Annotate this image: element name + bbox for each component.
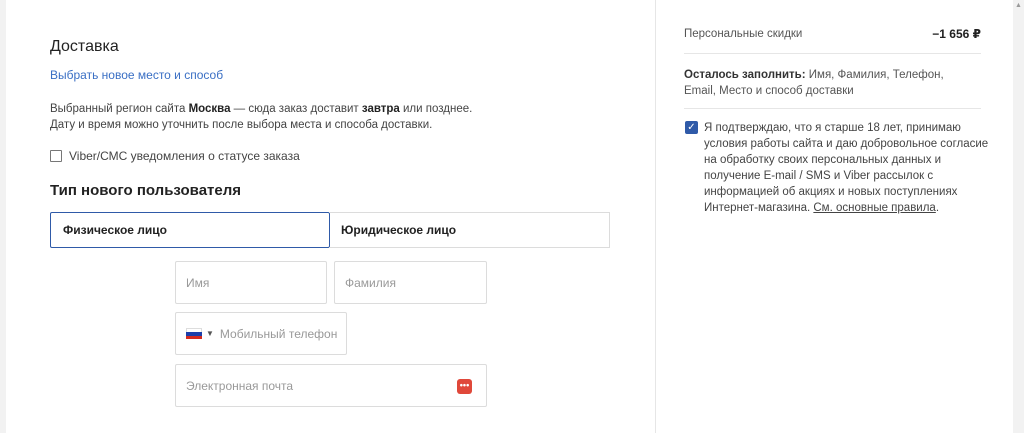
remaining-fields: Осталось заполнить: Имя, Фамилия, Телефо…	[684, 67, 974, 99]
tab-individual[interactable]: Физическое лицо	[50, 212, 330, 248]
page-edge-left	[0, 0, 6, 433]
email-field[interactable]: Электронная почта •••	[175, 364, 487, 407]
info-line2: Дату и время можно уточнить после выбора…	[50, 119, 433, 131]
consent-body: Я подтверждаю, что я старше 18 лет, прин…	[704, 122, 989, 214]
summary-divider-1	[684, 53, 981, 54]
first-name-placeholder: Имя	[186, 275, 210, 290]
info-prefix: Выбранный регион сайта	[50, 103, 189, 115]
viber-sms-checkbox[interactable]	[50, 150, 62, 162]
rules-link[interactable]: См. основные правила	[813, 202, 935, 214]
viber-sms-label: Viber/СМС уведомления о статусе заказа	[69, 149, 300, 163]
info-suffix: или позднее.	[399, 103, 473, 115]
discount-label: Персональные скидки	[684, 28, 803, 40]
phone-placeholder: Мобильный телефон	[219, 326, 338, 341]
remaining-label: Осталось заполнить:	[684, 69, 806, 81]
last-name-field[interactable]: Фамилия	[334, 261, 487, 304]
scrollbar-track[interactable]	[1013, 0, 1024, 433]
column-divider	[655, 0, 656, 433]
consent-end: .	[935, 202, 940, 214]
tab-legal-entity[interactable]: Юридическое лицо	[329, 212, 610, 248]
viber-sms-checkbox-row[interactable]: Viber/СМС уведомления о статусе заказа	[50, 149, 300, 163]
email-placeholder: Электронная почта	[186, 378, 294, 393]
russia-flag-icon[interactable]	[186, 328, 202, 339]
user-type-title: Тип нового пользователя	[50, 182, 242, 199]
delivery-info: Выбранный регион сайта Москва — сюда зак…	[50, 101, 472, 133]
country-dropdown-caret-icon[interactable]: ▼	[206, 329, 214, 338]
consent-text: Я подтверждаю, что я старше 18 лет, прин…	[704, 120, 989, 216]
first-name-field[interactable]: Имя	[175, 261, 327, 304]
delivery-title: Доставка	[50, 38, 119, 55]
consent-checkbox[interactable]: ✓	[685, 121, 698, 134]
password-manager-icon[interactable]: •••	[457, 379, 472, 394]
info-when: завтра	[361, 103, 400, 115]
phone-field[interactable]: ▼ Мобильный телефон	[175, 312, 347, 355]
scroll-up-arrow-icon[interactable]: ▲	[1013, 0, 1024, 12]
info-middle: — сюда заказ доставит	[230, 103, 362, 115]
discount-value: −1 656 ₽	[932, 27, 981, 41]
summary-divider-2	[684, 108, 981, 109]
last-name-placeholder: Фамилия	[345, 275, 396, 290]
checkmark-icon: ✓	[687, 122, 696, 133]
choose-delivery-link[interactable]: Выбрать новое место и способ	[50, 68, 223, 82]
info-region: Москва	[188, 103, 231, 115]
